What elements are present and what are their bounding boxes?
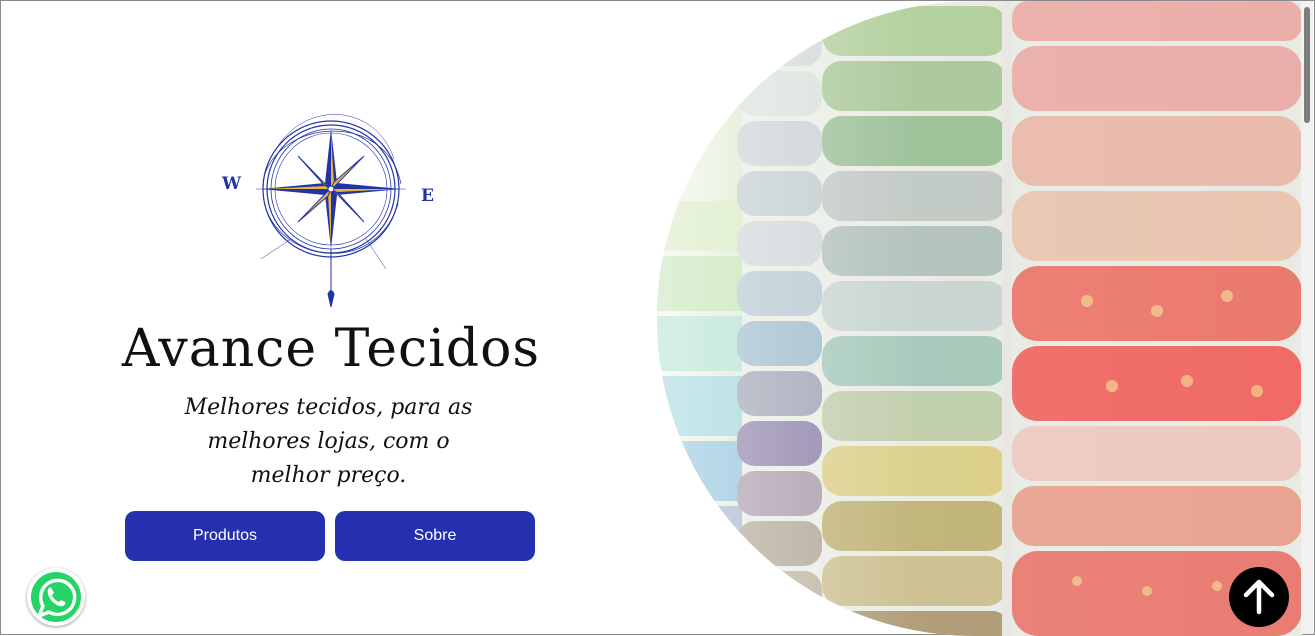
brand-tagline: Melhores tecidos, para as melhores lojas…	[184, 395, 473, 488]
fabric-rolls-image	[657, 1, 1302, 636]
products-button[interactable]: Produtos	[125, 511, 325, 561]
compass-west-letter: W	[221, 174, 242, 194]
hero-content: W E Avance Tecidos Melhores tecidos, par…	[1, 1, 661, 636]
brand-title: Avance Tecidos	[121, 319, 541, 379]
brand-logo: W E	[216, 89, 446, 314]
compass-east-letter: E	[421, 186, 434, 206]
compass-rose-icon: W E	[221, 114, 434, 308]
back-to-top-button[interactable]	[1229, 567, 1289, 627]
about-button[interactable]: Sobre	[335, 511, 535, 561]
arrow-up-icon	[1243, 579, 1275, 615]
scrollbar-thumb[interactable]	[1304, 7, 1310, 123]
whatsapp-button[interactable]	[27, 568, 85, 626]
whatsapp-icon	[31, 572, 81, 622]
fabric-rolls-illustration	[657, 1, 1302, 636]
